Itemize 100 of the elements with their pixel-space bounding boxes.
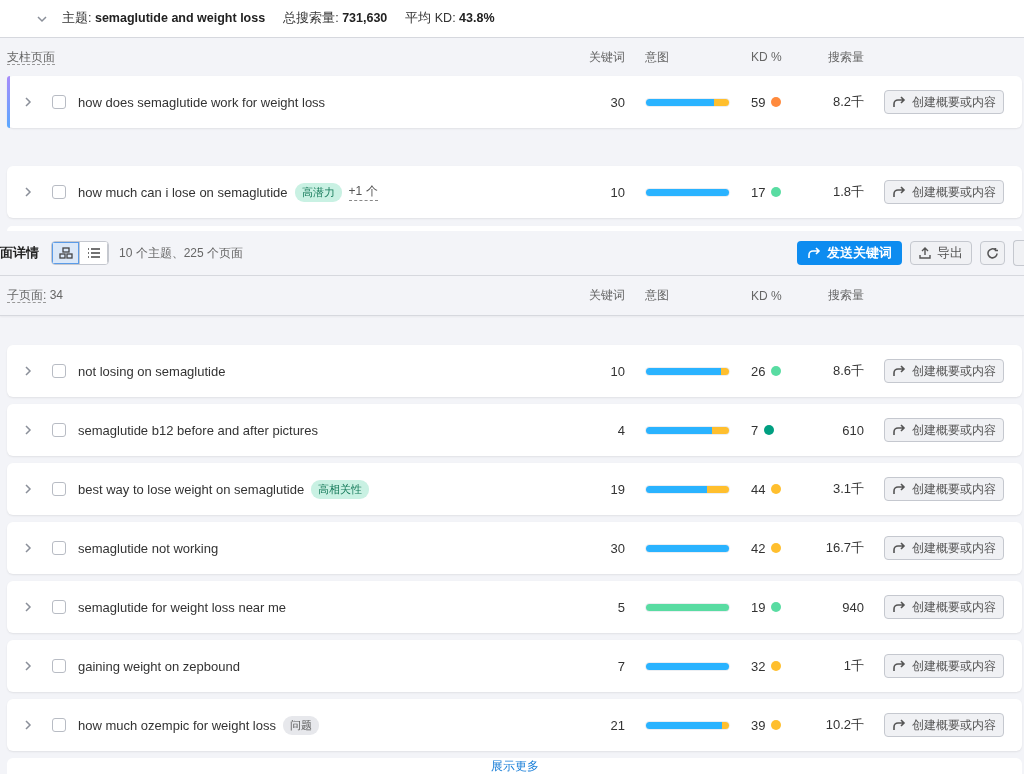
kd-value: 19 [751,599,766,615]
refresh-icon [986,246,999,260]
kd-value: 26 [751,363,766,379]
create-brief-button[interactable]: 创建概要或内容 [884,359,1004,383]
hierarchy-icon [58,247,73,259]
average-kd: 平均 KD: 43.8% [405,10,495,27]
chevron-right-icon[interactable] [24,424,32,436]
keyword-text: semaglutide not working [78,540,219,556]
search-volume: 8.2千 [831,93,864,111]
export-button[interactable]: 导出 [910,241,972,265]
checkbox[interactable] [52,718,66,732]
tag: 高潜力 [294,182,342,202]
show-more-link[interactable]: 展示更多 [490,758,539,774]
chevron-right-icon[interactable] [24,660,32,672]
tag: 高相关性 [311,479,370,499]
kd-value: 17 [751,184,766,200]
keyword-count: 19 [609,481,625,497]
list-icon [86,247,101,259]
checkbox[interactable] [52,659,66,673]
chevron-right-icon[interactable] [24,365,32,377]
section-title: 面详情 [0,244,39,262]
column-header: 意图 [645,287,670,304]
share-arrow-icon [892,424,906,436]
share-arrow-icon [892,365,906,377]
kd-value: 44 [751,481,766,497]
share-arrow-icon [892,542,906,554]
total-volume: 总搜索量: 731,630 [283,10,388,27]
create-brief-button[interactable]: 创建概要或内容 [884,90,1004,114]
more-tags-link[interactable]: +1 个 [348,183,378,201]
chevron-right-icon[interactable] [24,601,32,613]
create-brief-button[interactable]: 创建概要或内容 [884,713,1004,737]
search-volume: 1.8千 [831,183,864,201]
share-arrow-icon [892,96,906,108]
keyword-count: 10 [609,363,625,379]
chevron-right-icon[interactable] [24,542,32,554]
keyword-count: 30 [609,540,625,556]
column-header: 关键词 [588,287,625,304]
checkbox[interactable] [52,541,66,555]
checkbox[interactable] [52,482,66,496]
checkbox[interactable] [52,423,66,437]
search-volume: 8.6千 [831,362,864,380]
keyword-count: 5 [616,599,625,615]
search-volume: 940 [841,599,864,615]
keyword-count: 10 [609,184,625,200]
keyword-text: gaining weight on zepbound [78,658,240,674]
search-volume: 3.1千 [831,480,864,498]
keyword-count: 21 [609,717,625,733]
refresh-button[interactable] [980,241,1005,265]
chevron-right-icon[interactable] [24,96,32,108]
keyword-text: not losing on semaglutide [78,363,226,379]
share-arrow-icon [892,186,906,198]
search-volume: 1千 [842,657,864,675]
kd-value: 7 [751,422,759,438]
create-brief-button[interactable]: 创建概要或内容 [884,654,1004,678]
create-brief-button[interactable]: 创建概要或内容 [884,595,1004,619]
keyword-text: how does semaglutide work for weight loss [78,94,326,110]
search-volume: 10.2千 [824,716,864,734]
column-header: 意图 [645,48,670,66]
chevron-right-icon[interactable] [24,483,32,495]
chevron-right-icon[interactable] [24,186,32,198]
keyword-text: how much ozempic for weight loss [78,717,276,733]
keyword-text: how much can i lose on semaglutide [78,184,288,200]
keyword-count: 7 [616,658,625,674]
keyword-count: 4 [616,422,625,438]
column-header: 关键词 [588,48,625,66]
chevron-right-icon[interactable] [24,719,32,731]
upload-icon [919,247,931,259]
summary-text: 10 个主题、225 个页面 [119,244,244,262]
search-volume: 16.7千 [824,539,864,557]
kd-value: 32 [751,658,766,674]
share-arrow-icon [807,247,821,259]
view-toggle[interactable] [52,242,80,264]
topic-title: 主题: semaglutide and weight loss [62,10,266,27]
column-header: 搜索量 [827,48,864,66]
create-brief-button[interactable]: 创建概要或内容 [884,180,1004,204]
view-toggle[interactable] [80,242,108,264]
column-header: 搜索量 [827,287,864,304]
keyword-text: best way to lose weight on semaglutide [78,481,305,497]
chevron-down-icon[interactable] [36,14,48,23]
section-label: 支柱页面 [7,49,55,65]
checkbox[interactable] [52,185,66,199]
share-arrow-icon [892,719,906,731]
checkbox[interactable] [52,600,66,614]
keyword-count: 30 [609,94,625,110]
search-volume: 610 [841,422,864,438]
kd-value: 39 [751,717,766,733]
share-arrow-icon [892,483,906,495]
checkbox[interactable] [52,95,66,109]
create-brief-button[interactable]: 创建概要或内容 [884,418,1004,442]
kd-value: 42 [751,540,766,556]
checkbox[interactable] [52,364,66,378]
share-arrow-icon [892,660,906,672]
keyword-text: semaglutide b12 before and after pictures [78,422,318,438]
create-brief-button[interactable]: 创建概要或内容 [884,536,1004,560]
share-arrow-icon [892,601,906,613]
keyword-text: semaglutide for weight loss near me [78,599,287,615]
create-brief-button[interactable]: 创建概要或内容 [884,477,1004,501]
child-count: 子页面: 34 [7,287,65,304]
column-header: KD % [751,288,783,303]
kd-value: 59 [751,94,766,110]
